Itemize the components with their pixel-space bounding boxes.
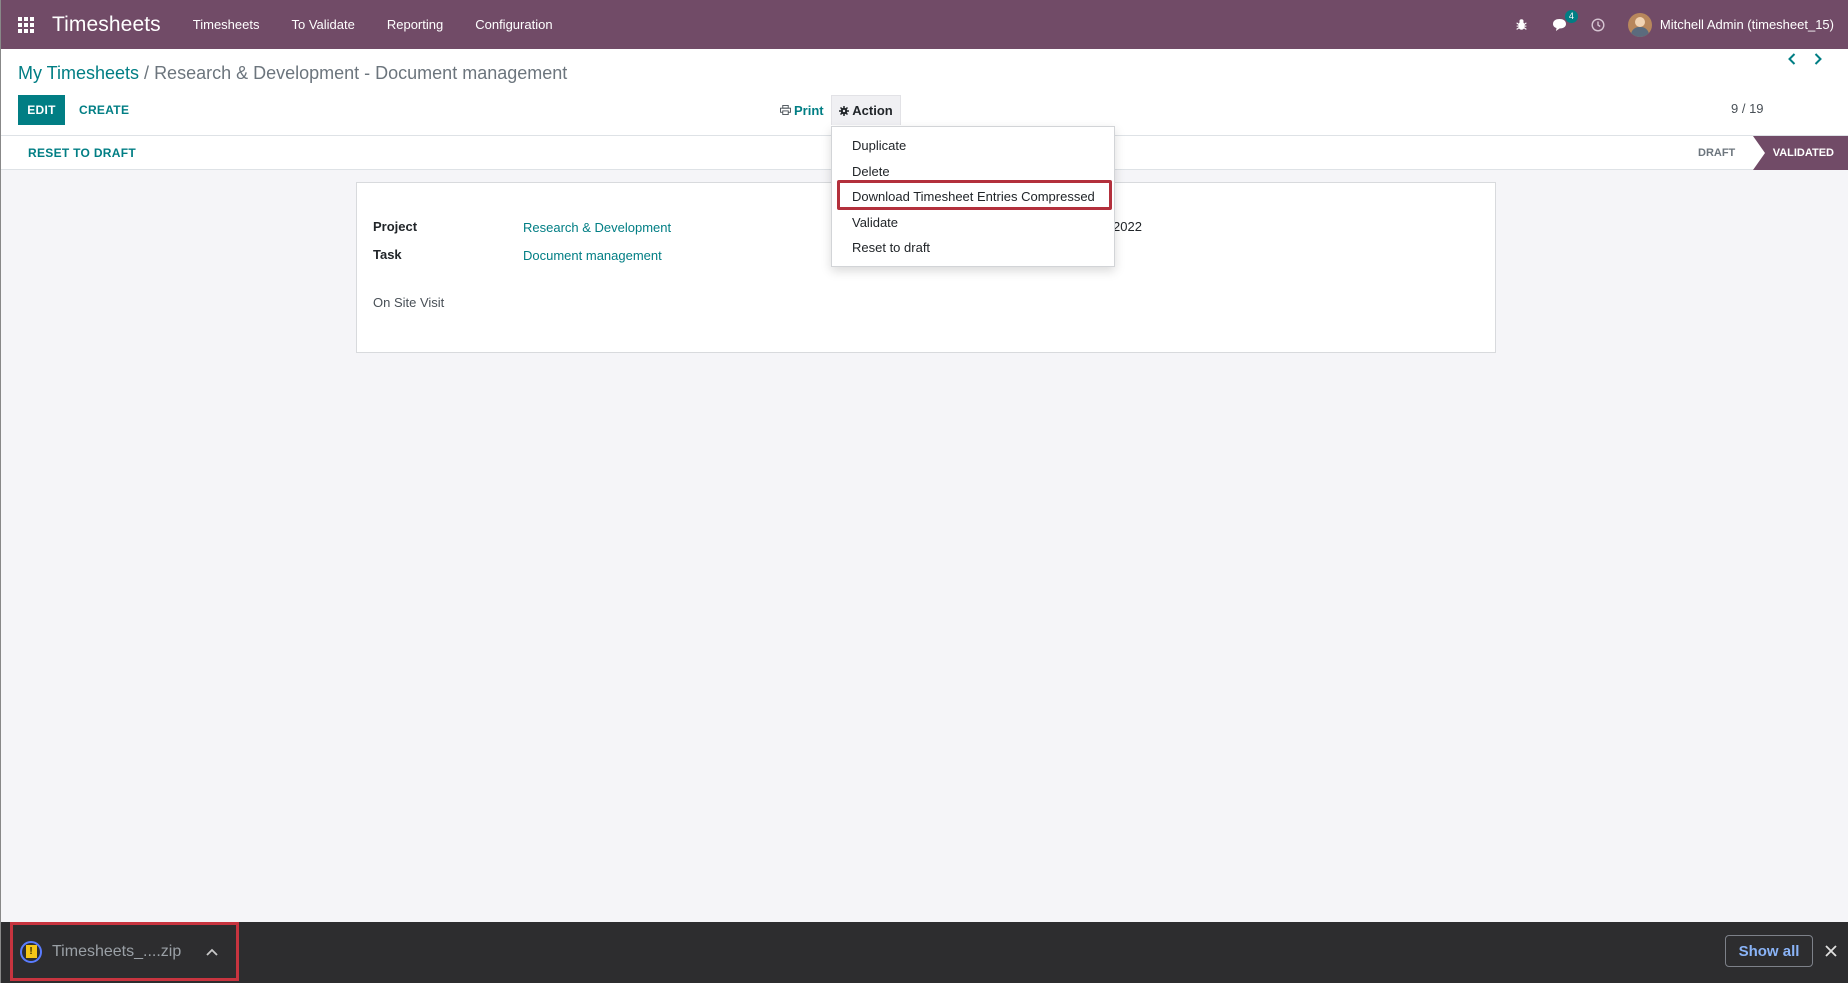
clock-icon[interactable] xyxy=(1590,17,1606,33)
action-label: Action xyxy=(852,103,893,118)
task-label: Task xyxy=(373,247,402,262)
chevron-left-icon[interactable] xyxy=(1785,50,1799,68)
menu-item-reset-to-draft[interactable]: Reset to draft xyxy=(852,240,930,255)
description-field[interactable]: On Site Visit xyxy=(373,295,444,310)
edit-button[interactable]: EDIT xyxy=(18,95,65,125)
breadcrumb-my-timesheets[interactable]: My Timesheets xyxy=(18,63,139,83)
chevron-right-icon[interactable] xyxy=(1811,50,1825,68)
action-button[interactable]: Action xyxy=(831,95,901,125)
pager-value[interactable]: 9 / 19 xyxy=(1731,101,1764,116)
print-button[interactable]: Print xyxy=(780,95,824,125)
printer-icon xyxy=(780,105,791,115)
stage-validated[interactable]: VALIDATED xyxy=(1753,136,1848,170)
messages-badge: 4 xyxy=(1564,9,1578,23)
menu-timesheets[interactable]: Timesheets xyxy=(193,17,260,32)
control-panel: My Timesheets / Research & Development -… xyxy=(1,49,1848,136)
user-name[interactable]: Mitchell Admin (timesheet_15) xyxy=(1660,17,1834,32)
reset-to-draft-button[interactable]: RESET TO DRAFT xyxy=(28,136,136,170)
breadcrumb-current: Research & Development - Document manage… xyxy=(154,63,568,83)
task-field[interactable]: Document management xyxy=(523,248,662,263)
project-field[interactable]: Research & Development xyxy=(523,220,671,235)
menu-configuration[interactable]: Configuration xyxy=(475,17,552,32)
gear-icon xyxy=(839,105,850,116)
chevron-up-icon[interactable] xyxy=(206,946,218,958)
create-button[interactable]: CREATE xyxy=(79,95,129,125)
print-label: Print xyxy=(794,102,824,118)
close-icon[interactable] xyxy=(1824,944,1838,958)
chat-icon[interactable]: 4 xyxy=(1552,9,1578,33)
breadcrumb-separator: / xyxy=(139,63,155,83)
menu-item-duplicate[interactable]: Duplicate xyxy=(852,138,906,153)
show-all-button[interactable]: Show all xyxy=(1725,935,1813,967)
menu-to-validate[interactable]: To Validate xyxy=(291,17,354,32)
stage-draft[interactable]: DRAFT xyxy=(1698,136,1735,170)
project-label: Project xyxy=(373,219,418,234)
date-field[interactable]: 2022 xyxy=(1113,219,1142,234)
top-navbar: Timesheets Timesheets To Validate Report… xyxy=(1,0,1848,49)
menu-item-download-compressed[interactable]: Download Timesheet Entries Compressed xyxy=(852,189,1095,204)
menu-reporting[interactable]: Reporting xyxy=(387,17,443,32)
navbar-systray: 4 Mitchell Admin (timesheet_15) xyxy=(1514,0,1848,49)
download-bar: ! Timesheets_....zip Show all xyxy=(1,922,1848,983)
menu-item-delete[interactable]: Delete xyxy=(852,164,890,179)
bug-icon[interactable] xyxy=(1514,17,1530,33)
apps-icon[interactable] xyxy=(18,16,36,33)
app-brand[interactable]: Timesheets xyxy=(52,13,161,37)
breadcrumb: My Timesheets / Research & Development -… xyxy=(18,63,567,84)
zip-file-icon: ! xyxy=(20,940,42,963)
menu-item-validate[interactable]: Validate xyxy=(852,215,898,230)
download-item[interactable]: ! Timesheets_....zip xyxy=(10,922,239,981)
download-file-name: Timesheets_....zip xyxy=(52,942,182,960)
avatar[interactable] xyxy=(1627,12,1652,37)
action-dropdown-menu: Duplicate Delete Download Timesheet Entr… xyxy=(831,126,1115,267)
